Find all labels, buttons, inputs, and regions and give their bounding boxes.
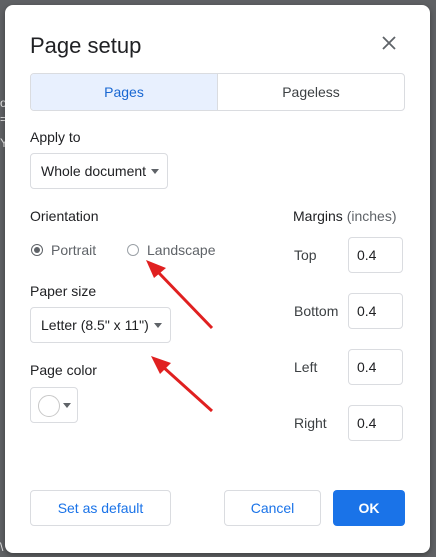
chevron-down-icon	[154, 323, 162, 328]
margin-top-input[interactable]	[348, 237, 403, 273]
tab-pages[interactable]: Pages	[31, 74, 218, 110]
chevron-down-icon	[63, 403, 71, 408]
set-as-default-button[interactable]: Set as default	[30, 490, 171, 526]
margin-left-label: Left	[294, 359, 318, 375]
radio-unchecked-icon	[127, 244, 139, 256]
orientation-label: Orientation	[30, 208, 99, 224]
margin-right-input[interactable]	[348, 405, 403, 441]
margin-top-label: Top	[294, 247, 317, 263]
dialog-title: Page setup	[30, 33, 142, 58]
close-icon[interactable]	[379, 33, 399, 53]
tab-pageless[interactable]: Pageless	[218, 74, 404, 110]
margin-left-input[interactable]	[348, 349, 403, 385]
cancel-button[interactable]: Cancel	[224, 490, 321, 526]
apply-to-select[interactable]: Whole document	[30, 153, 168, 189]
apply-to-value: Whole document	[41, 163, 147, 179]
margin-bottom-input[interactable]	[348, 293, 403, 329]
landscape-radio[interactable]: Landscape	[127, 242, 216, 258]
portrait-label: Portrait	[51, 242, 97, 258]
apply-to-label: Apply to	[30, 129, 81, 145]
chevron-down-icon	[151, 169, 159, 174]
landscape-label: Landscape	[147, 242, 216, 258]
margins-unit: (inches)	[346, 208, 397, 224]
margin-bottom-label: Bottom	[294, 303, 339, 319]
color-swatch-circle	[38, 395, 60, 417]
page-setup-dialog: Page setup Pages Pageless Apply to Whole…	[5, 5, 430, 553]
margins-title: Margins	[293, 208, 343, 224]
radio-checked-icon	[31, 244, 43, 256]
margins-label: Margins (inches)	[293, 208, 396, 224]
page-color-label: Page color	[30, 362, 97, 378]
paper-size-value: Letter (8.5" x 11")	[41, 317, 149, 333]
paper-size-select[interactable]: Letter (8.5" x 11")	[30, 307, 171, 343]
page-color-picker[interactable]	[30, 387, 78, 423]
portrait-radio[interactable]: Portrait	[31, 242, 96, 258]
margin-right-label: Right	[294, 415, 327, 431]
ok-button[interactable]: OK	[333, 490, 405, 526]
page-mode-toggle: Pages Pageless	[30, 73, 405, 111]
paper-size-label: Paper size	[30, 283, 97, 299]
